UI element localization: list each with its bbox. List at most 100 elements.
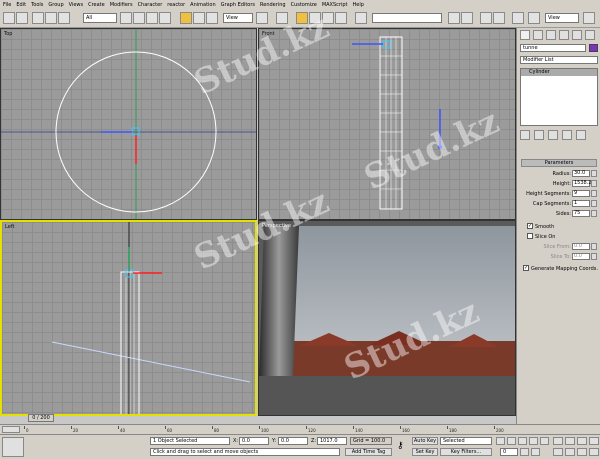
render-view-dropdown[interactable]: View [545,13,579,23]
stack-item[interactable]: Cylinder [521,69,597,76]
menu-item-views[interactable]: Views [69,2,83,8]
configure-sets-icon[interactable] [576,130,586,140]
spinner-snap-icon[interactable] [335,12,347,24]
play-icon[interactable] [518,437,527,445]
window-crossing-icon[interactable] [159,12,171,24]
menu-item-character[interactable]: Character [138,2,163,8]
go-to-end-icon[interactable] [540,437,549,445]
time-slider[interactable]: 0 / 200 [28,414,54,422]
key-filters-button[interactable]: Key Filters... [440,448,492,456]
render-scene-icon[interactable] [528,12,540,24]
utilities-tab-icon[interactable] [585,30,595,40]
selection-filter-dropdown[interactable]: All [83,13,117,23]
x-coordinate-field[interactable]: 0.0 [239,437,269,445]
y-coordinate-field[interactable]: 0.0 [278,437,308,445]
modifier-list-dropdown[interactable]: Modifier List [520,56,598,64]
select-by-name-icon[interactable] [133,12,145,24]
unlink-icon[interactable] [45,12,57,24]
object-color-swatch[interactable] [589,44,598,52]
arc-rotate-icon[interactable] [577,448,587,456]
param-spinner[interactable] [591,200,597,207]
slice-from-spinner[interactable] [591,243,597,250]
pivot-center-icon[interactable] [256,12,268,24]
modify-tab-icon[interactable] [533,30,543,40]
bind-spacewarp-icon[interactable] [58,12,70,24]
menu-item-edit[interactable]: Edit [16,2,26,8]
param-spinner[interactable] [591,170,597,177]
mini-curve-editor-button[interactable] [2,426,20,433]
slice-from-field[interactable]: 0.0 [572,243,590,250]
zoom-icon[interactable] [553,437,563,445]
undo-icon[interactable] [3,12,15,24]
rect-selection-icon[interactable] [146,12,158,24]
set-key-button[interactable]: Set Key [412,448,438,456]
time-configuration-icon[interactable] [531,448,540,456]
param-field[interactable]: 30.0 [572,170,590,177]
menu-item-tools[interactable]: Tools [31,2,43,8]
mirror-icon[interactable] [448,12,460,24]
slice-on-checkbox[interactable] [527,233,533,239]
align-icon[interactable] [461,12,473,24]
menu-item-help[interactable]: Help [352,2,363,8]
schematic-view-icon[interactable] [493,12,505,24]
menu-item-graph-editors[interactable]: Graph Editors [221,2,255,8]
param-spinner[interactable] [591,210,597,217]
link-icon[interactable] [32,12,44,24]
modifier-stack[interactable]: Cylinder [520,68,598,126]
menu-item-animation[interactable]: Animation [190,2,216,8]
slice-to-spinner[interactable] [591,253,597,260]
zoom-extents-icon[interactable] [577,437,587,445]
menu-item-reactor[interactable]: reactor [167,2,185,8]
menu-item-file[interactable]: File [3,2,11,8]
quick-render-icon[interactable] [583,12,595,24]
field-of-view-icon[interactable] [553,448,563,456]
show-end-result-icon[interactable] [534,130,544,140]
key-mode-dropdown[interactable]: Selected [440,437,492,445]
pin-stack-icon[interactable] [520,130,530,140]
display-tab-icon[interactable] [572,30,582,40]
edit-named-selections-icon[interactable] [355,12,367,24]
create-tab-icon[interactable] [520,30,530,40]
named-selection-field[interactable] [372,13,442,23]
param-field[interactable]: 9 [572,190,590,197]
maximize-viewport-icon[interactable] [589,448,599,456]
select-scale-icon[interactable] [206,12,218,24]
menu-item-create[interactable]: Create [88,2,105,8]
slice-to-field[interactable]: 0.0 [572,253,590,260]
object-name-field[interactable]: tunne [520,44,586,52]
go-to-start-icon[interactable] [496,437,505,445]
param-spinner[interactable] [591,190,597,197]
previous-frame-icon[interactable] [507,437,516,445]
maxscript-listener-icon[interactable] [2,437,24,457]
parameters-rollout-header[interactable]: Parameters [521,159,597,167]
param-field[interactable]: 1538.2 [572,180,592,187]
auto-key-button[interactable]: Auto Key [412,437,438,445]
select-object-icon[interactable] [120,12,132,24]
next-frame-icon[interactable] [529,437,538,445]
reference-coordinate-dropdown[interactable]: View [223,13,253,23]
current-frame-field[interactable]: 0 [500,448,518,456]
select-move-icon[interactable] [180,12,192,24]
menu-item-modifiers[interactable]: Modifiers [110,2,133,8]
hierarchy-tab-icon[interactable] [546,30,556,40]
menu-item-group[interactable]: Group [48,2,63,8]
smooth-checkbox[interactable]: ✓ [527,223,533,229]
remove-modifier-icon[interactable] [562,130,572,140]
z-coordinate-field[interactable]: 1017.0 [317,437,347,445]
curve-editor-icon[interactable] [480,12,492,24]
param-field[interactable]: 75 [572,210,590,217]
make-unique-icon[interactable] [548,130,558,140]
key-mode-toggle-icon[interactable] [520,448,529,456]
menu-item-maxscript[interactable]: MAXScript [322,2,348,8]
zoom-extents-all-icon[interactable] [589,437,599,445]
param-field[interactable]: 1 [572,200,590,207]
menu-item-rendering[interactable]: Rendering [260,2,286,8]
select-rotate-icon[interactable] [193,12,205,24]
motion-tab-icon[interactable] [559,30,569,40]
param-spinner[interactable] [591,180,597,187]
pan-icon[interactable] [565,448,575,456]
material-editor-icon[interactable] [512,12,524,24]
add-time-tag-button[interactable]: Add Time Tag [345,448,392,456]
generate-mapping-checkbox[interactable]: ✓ [523,265,529,271]
track-bar[interactable]: 0 20 40 60 80 100 120 140 160 180 200 [0,424,600,434]
